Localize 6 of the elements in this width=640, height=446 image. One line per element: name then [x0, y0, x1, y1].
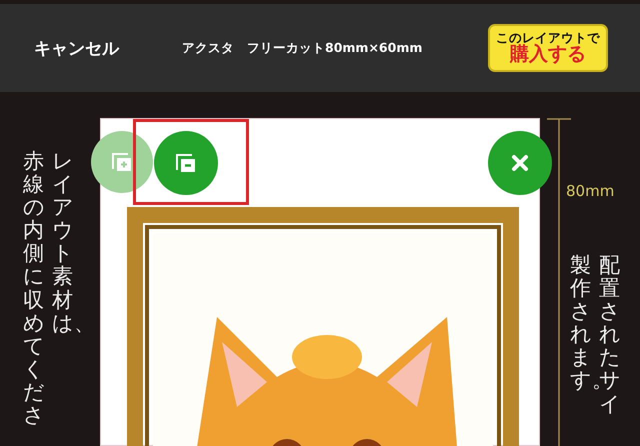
guide-text: 配置されたサイ: [599, 254, 622, 416]
product-title: アクスタ フリーカット80mm×60mm: [182, 40, 422, 56]
dimension-label: 80mm: [566, 182, 614, 200]
buy-button[interactable]: このレイアウトで 購入する: [488, 24, 608, 72]
cancel-button[interactable]: キャンセル: [34, 36, 164, 60]
guide-text: 赤線の内側に収めてくださ: [22, 150, 46, 428]
